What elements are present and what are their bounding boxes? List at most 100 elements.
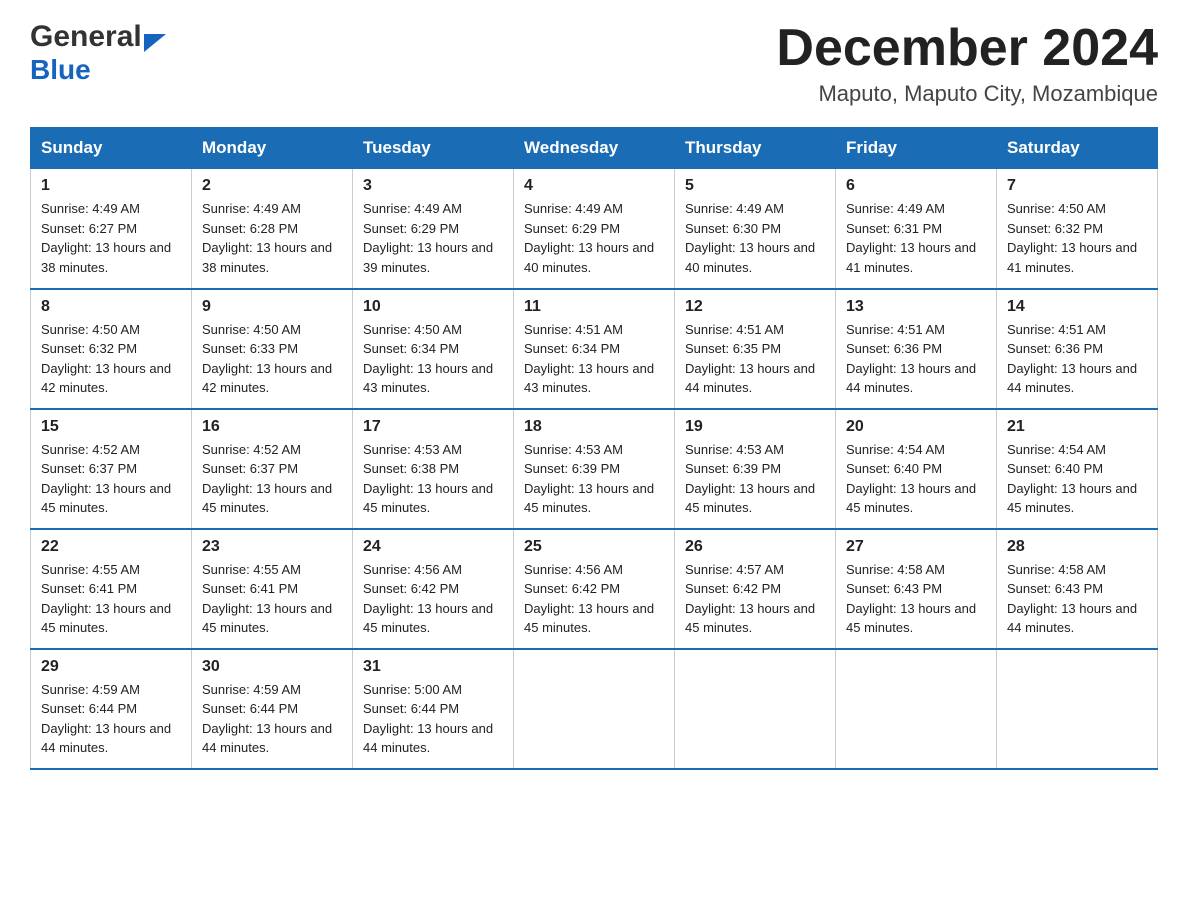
table-row: 5 Sunrise: 4:49 AMSunset: 6:30 PMDayligh…: [675, 169, 836, 289]
table-row: 26 Sunrise: 4:57 AMSunset: 6:42 PMDaylig…: [675, 529, 836, 649]
day-number: 27: [846, 538, 986, 556]
day-number: 7: [1007, 177, 1147, 195]
location-subtitle: Maputo, Maputo City, Mozambique: [776, 81, 1158, 107]
table-row: 29 Sunrise: 4:59 AMSunset: 6:44 PMDaylig…: [31, 649, 192, 769]
day-info: Sunrise: 4:49 AMSunset: 6:27 PMDaylight:…: [41, 201, 171, 275]
day-info: Sunrise: 4:50 AMSunset: 6:34 PMDaylight:…: [363, 322, 493, 396]
header-thursday: Thursday: [675, 128, 836, 169]
day-number: 5: [685, 177, 825, 195]
day-number: 24: [363, 538, 503, 556]
day-number: 4: [524, 177, 664, 195]
day-info: Sunrise: 4:54 AMSunset: 6:40 PMDaylight:…: [1007, 442, 1137, 516]
header-sunday: Sunday: [31, 128, 192, 169]
day-info: Sunrise: 4:49 AMSunset: 6:30 PMDaylight:…: [685, 201, 815, 275]
day-number: 21: [1007, 418, 1147, 436]
day-info: Sunrise: 4:49 AMSunset: 6:31 PMDaylight:…: [846, 201, 976, 275]
day-number: 8: [41, 298, 181, 316]
table-row: [836, 649, 997, 769]
day-number: 18: [524, 418, 664, 436]
day-info: Sunrise: 4:59 AMSunset: 6:44 PMDaylight:…: [41, 682, 171, 756]
table-row: 8 Sunrise: 4:50 AMSunset: 6:32 PMDayligh…: [31, 289, 192, 409]
day-info: Sunrise: 4:53 AMSunset: 6:39 PMDaylight:…: [524, 442, 654, 516]
day-number: 1: [41, 177, 181, 195]
day-info: Sunrise: 4:52 AMSunset: 6:37 PMDaylight:…: [41, 442, 171, 516]
day-number: 17: [363, 418, 503, 436]
day-number: 22: [41, 538, 181, 556]
calendar-week-row: 8 Sunrise: 4:50 AMSunset: 6:32 PMDayligh…: [31, 289, 1158, 409]
day-info: Sunrise: 4:58 AMSunset: 6:43 PMDaylight:…: [846, 562, 976, 636]
table-row: 13 Sunrise: 4:51 AMSunset: 6:36 PMDaylig…: [836, 289, 997, 409]
day-number: 11: [524, 298, 664, 316]
table-row: 4 Sunrise: 4:49 AMSunset: 6:29 PMDayligh…: [514, 169, 675, 289]
day-info: Sunrise: 4:56 AMSunset: 6:42 PMDaylight:…: [363, 562, 493, 636]
day-info: Sunrise: 4:59 AMSunset: 6:44 PMDaylight:…: [202, 682, 332, 756]
table-row: 22 Sunrise: 4:55 AMSunset: 6:41 PMDaylig…: [31, 529, 192, 649]
logo-blue-text: Blue: [30, 54, 91, 85]
day-number: 15: [41, 418, 181, 436]
calendar-header-row: Sunday Monday Tuesday Wednesday Thursday…: [31, 128, 1158, 169]
table-row: 3 Sunrise: 4:49 AMSunset: 6:29 PMDayligh…: [353, 169, 514, 289]
table-row: [514, 649, 675, 769]
header-wednesday: Wednesday: [514, 128, 675, 169]
table-row: [675, 649, 836, 769]
table-row: 25 Sunrise: 4:56 AMSunset: 6:42 PMDaylig…: [514, 529, 675, 649]
calendar-week-row: 29 Sunrise: 4:59 AMSunset: 6:44 PMDaylig…: [31, 649, 1158, 769]
day-number: 16: [202, 418, 342, 436]
day-info: Sunrise: 4:55 AMSunset: 6:41 PMDaylight:…: [202, 562, 332, 636]
table-row: 10 Sunrise: 4:50 AMSunset: 6:34 PMDaylig…: [353, 289, 514, 409]
calendar-week-row: 22 Sunrise: 4:55 AMSunset: 6:41 PMDaylig…: [31, 529, 1158, 649]
day-number: 13: [846, 298, 986, 316]
day-number: 6: [846, 177, 986, 195]
table-row: 18 Sunrise: 4:53 AMSunset: 6:39 PMDaylig…: [514, 409, 675, 529]
table-row: 23 Sunrise: 4:55 AMSunset: 6:41 PMDaylig…: [192, 529, 353, 649]
day-info: Sunrise: 4:53 AMSunset: 6:39 PMDaylight:…: [685, 442, 815, 516]
day-info: Sunrise: 4:51 AMSunset: 6:35 PMDaylight:…: [685, 322, 815, 396]
table-row: 30 Sunrise: 4:59 AMSunset: 6:44 PMDaylig…: [192, 649, 353, 769]
day-info: Sunrise: 4:53 AMSunset: 6:38 PMDaylight:…: [363, 442, 493, 516]
header-saturday: Saturday: [997, 128, 1158, 169]
table-row: 21 Sunrise: 4:54 AMSunset: 6:40 PMDaylig…: [997, 409, 1158, 529]
day-number: 9: [202, 298, 342, 316]
day-info: Sunrise: 4:51 AMSunset: 6:36 PMDaylight:…: [1007, 322, 1137, 396]
table-row: [997, 649, 1158, 769]
header-monday: Monday: [192, 128, 353, 169]
day-number: 25: [524, 538, 664, 556]
table-row: 2 Sunrise: 4:49 AMSunset: 6:28 PMDayligh…: [192, 169, 353, 289]
day-info: Sunrise: 5:00 AMSunset: 6:44 PMDaylight:…: [363, 682, 493, 756]
table-row: 27 Sunrise: 4:58 AMSunset: 6:43 PMDaylig…: [836, 529, 997, 649]
logo: General Blue: [30, 20, 166, 86]
table-row: 19 Sunrise: 4:53 AMSunset: 6:39 PMDaylig…: [675, 409, 836, 529]
day-info: Sunrise: 4:56 AMSunset: 6:42 PMDaylight:…: [524, 562, 654, 636]
day-number: 2: [202, 177, 342, 195]
day-info: Sunrise: 4:49 AMSunset: 6:28 PMDaylight:…: [202, 201, 332, 275]
day-number: 26: [685, 538, 825, 556]
day-info: Sunrise: 4:54 AMSunset: 6:40 PMDaylight:…: [846, 442, 976, 516]
table-row: 12 Sunrise: 4:51 AMSunset: 6:35 PMDaylig…: [675, 289, 836, 409]
day-number: 14: [1007, 298, 1147, 316]
calendar-week-row: 1 Sunrise: 4:49 AMSunset: 6:27 PMDayligh…: [31, 169, 1158, 289]
calendar-week-row: 15 Sunrise: 4:52 AMSunset: 6:37 PMDaylig…: [31, 409, 1158, 529]
day-number: 23: [202, 538, 342, 556]
day-number: 12: [685, 298, 825, 316]
day-number: 30: [202, 658, 342, 676]
logo-flag-icon: [144, 24, 166, 52]
day-info: Sunrise: 4:51 AMSunset: 6:34 PMDaylight:…: [524, 322, 654, 396]
title-area: December 2024 Maputo, Maputo City, Mozam…: [776, 20, 1158, 107]
day-info: Sunrise: 4:50 AMSunset: 6:33 PMDaylight:…: [202, 322, 332, 396]
day-info: Sunrise: 4:55 AMSunset: 6:41 PMDaylight:…: [41, 562, 171, 636]
day-number: 3: [363, 177, 503, 195]
table-row: 15 Sunrise: 4:52 AMSunset: 6:37 PMDaylig…: [31, 409, 192, 529]
table-row: 6 Sunrise: 4:49 AMSunset: 6:31 PMDayligh…: [836, 169, 997, 289]
day-info: Sunrise: 4:58 AMSunset: 6:43 PMDaylight:…: [1007, 562, 1137, 636]
table-row: 17 Sunrise: 4:53 AMSunset: 6:38 PMDaylig…: [353, 409, 514, 529]
day-info: Sunrise: 4:51 AMSunset: 6:36 PMDaylight:…: [846, 322, 976, 396]
table-row: 11 Sunrise: 4:51 AMSunset: 6:34 PMDaylig…: [514, 289, 675, 409]
table-row: 28 Sunrise: 4:58 AMSunset: 6:43 PMDaylig…: [997, 529, 1158, 649]
table-row: 16 Sunrise: 4:52 AMSunset: 6:37 PMDaylig…: [192, 409, 353, 529]
table-row: 20 Sunrise: 4:54 AMSunset: 6:40 PMDaylig…: [836, 409, 997, 529]
table-row: 7 Sunrise: 4:50 AMSunset: 6:32 PMDayligh…: [997, 169, 1158, 289]
page-header: General Blue December 2024 Maputo, Maput…: [30, 20, 1158, 107]
day-info: Sunrise: 4:49 AMSunset: 6:29 PMDaylight:…: [363, 201, 493, 275]
month-title: December 2024: [776, 20, 1158, 77]
day-info: Sunrise: 4:50 AMSunset: 6:32 PMDaylight:…: [1007, 201, 1137, 275]
